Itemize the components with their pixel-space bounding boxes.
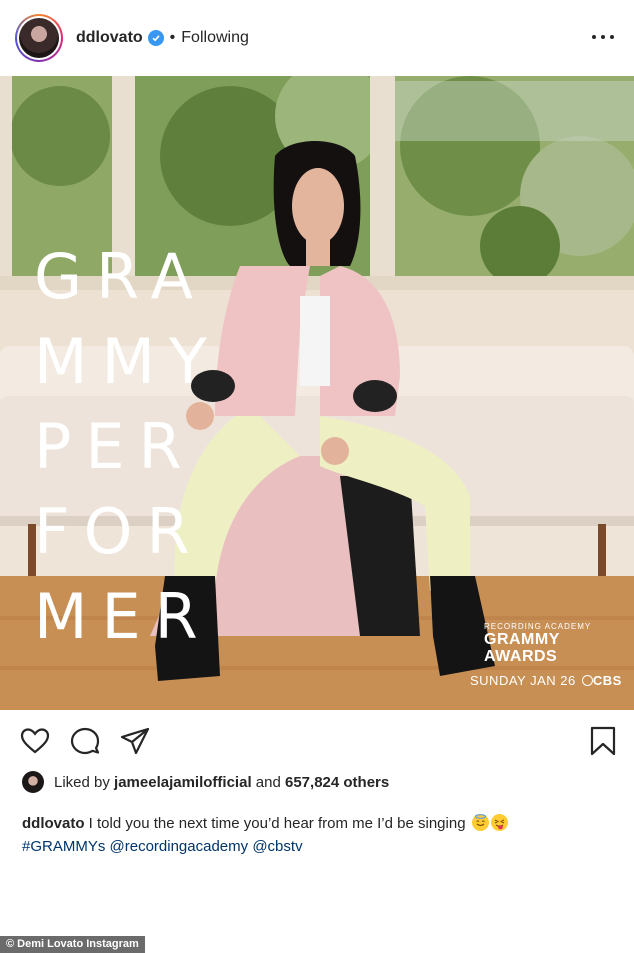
post-caption: ddlovato I told you the next time you’d …	[22, 812, 622, 858]
title-line: MMY	[34, 325, 221, 398]
post-header: ddlovato • Following	[0, 0, 634, 76]
photo-credit: © Demi Lovato Instagram	[0, 936, 145, 953]
title-line: FOR	[34, 495, 204, 568]
share-icon[interactable]	[120, 726, 150, 756]
title-line: PER	[34, 410, 196, 483]
heart-icon[interactable]	[20, 726, 50, 756]
liked-by-label: Liked by	[54, 773, 110, 791]
mention-link[interactable]: @recordingacademy	[110, 838, 249, 855]
username-link[interactable]: ddlovato	[76, 29, 143, 47]
liker-avatar[interactable]	[22, 771, 44, 793]
likes-count[interactable]: 657,824 others	[285, 774, 389, 791]
mention-link[interactable]: @cbstv	[252, 838, 302, 855]
verified-icon	[147, 30, 164, 46]
comment-icon[interactable]	[70, 726, 100, 756]
hashtag-link[interactable]: #GRAMMYs	[22, 838, 105, 855]
profile-photo	[19, 18, 59, 58]
more-options-icon[interactable]	[592, 26, 614, 48]
grammy-performer-title: GRA MMY PER FOR MER	[34, 234, 221, 659]
action-bar	[0, 712, 634, 770]
avatar[interactable]	[15, 14, 63, 62]
post-image[interactable]: GRA MMY PER FOR MER RECORDING ACADEMY GR…	[0, 76, 634, 710]
bookmark-icon[interactable]	[588, 726, 618, 756]
likes-summary: Liked by jameelajamilofficial and 657,82…	[22, 770, 389, 794]
title-line: GRA	[34, 240, 208, 313]
caption-text: I told you the next time you’d hear from…	[88, 815, 466, 832]
grammy-awards-logo: RECORDING ACADEMY GRAMMY AWARDS SUNDAY J…	[470, 622, 622, 688]
caption-username[interactable]: ddlovato	[22, 815, 85, 832]
likes-conjunction: and	[255, 773, 281, 791]
liker-username[interactable]: jameelajamilofficial	[114, 774, 252, 791]
title-line: MER	[34, 580, 212, 653]
cbs-eye-icon	[581, 675, 593, 686]
separator-dot: •	[169, 29, 176, 46]
angel-emoji-icon	[471, 814, 489, 831]
following-button[interactable]: Following	[181, 29, 249, 47]
tongue-emoji-icon	[490, 814, 508, 831]
